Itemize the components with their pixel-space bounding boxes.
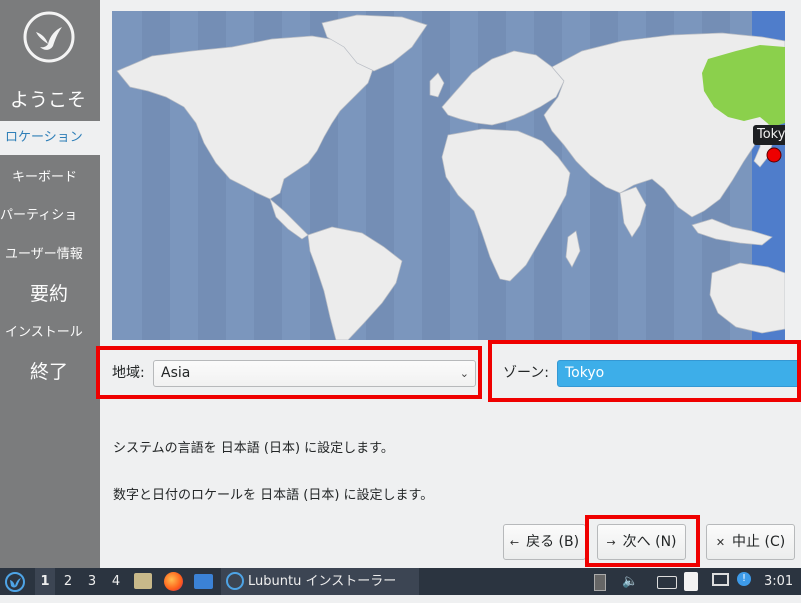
world-map: [116, 11, 785, 340]
region-select[interactable]: Asia ⌄: [153, 360, 476, 387]
keyboard-icon[interactable]: [657, 568, 677, 595]
back-button[interactable]: ← 戻る (B): [503, 524, 586, 560]
workspace-4[interactable]: 4: [106, 568, 126, 595]
workspace-3[interactable]: 3: [82, 568, 102, 595]
sidebar-item-welcome[interactable]: ようこそ: [0, 83, 100, 117]
file-manager-icon[interactable]: [134, 568, 154, 595]
next-button[interactable]: → 次へ (N): [597, 524, 686, 560]
sidebar-item-keyboard[interactable]: キーボード: [0, 161, 100, 195]
monitor-icon[interactable]: [712, 568, 732, 595]
lubuntu-menu-icon[interactable]: [4, 568, 28, 595]
volume-icon[interactable]: 🔈: [622, 568, 638, 595]
sidebar-item-partitions[interactable]: パーティショ: [0, 199, 100, 233]
clipboard-icon[interactable]: [684, 568, 704, 595]
timezone-map[interactable]: Tokyo: [112, 11, 785, 340]
chevron-down-icon: ⌄: [459, 367, 469, 380]
sidebar: ようこそ ロケーション キーボード パーティショ ユーザー情報 要約 インストー…: [0, 0, 100, 568]
notification-icon[interactable]: !: [737, 568, 757, 595]
arrow-left-icon: ←: [509, 536, 520, 549]
timezone-label: Tokyo: [753, 125, 785, 145]
lubuntu-bird-icon: [23, 11, 75, 63]
workspace-2[interactable]: 2: [58, 568, 78, 595]
sidebar-item-finish[interactable]: 終了: [0, 355, 100, 389]
zone-label: ゾーン:: [503, 365, 550, 381]
arrow-right-icon: →: [606, 536, 616, 549]
clock[interactable]: 3:01: [764, 568, 800, 595]
zone-select[interactable]: Tokyo: [557, 360, 801, 387]
region-label: 地域:: [112, 365, 145, 381]
locale-info: 数字と日付のロケールを 日本語 (日本) に設定します。: [113, 488, 434, 503]
region-value: Asia: [161, 365, 191, 381]
zone-value: Tokyo: [565, 365, 605, 381]
taskbar-window-installer[interactable]: Lubuntu インストーラー: [221, 568, 419, 595]
firefox-icon[interactable]: [164, 568, 186, 595]
workspace-1[interactable]: 1: [35, 568, 55, 595]
location-pin: [766, 147, 782, 163]
sidebar-item-users[interactable]: ユーザー情報: [0, 238, 100, 272]
show-desktop-icon[interactable]: [194, 568, 216, 595]
language-info: システムの言語を 日本語 (日本) に設定します。: [113, 441, 394, 456]
sidebar-item-location[interactable]: ロケーション: [0, 121, 100, 155]
sidebar-item-install[interactable]: インストール: [0, 316, 100, 350]
cancel-button[interactable]: ✕ 中止 (C): [706, 524, 795, 560]
battery-icon[interactable]: [594, 568, 608, 595]
lubuntu-installer-icon: [226, 572, 244, 590]
sidebar-item-summary[interactable]: 要約: [0, 277, 100, 311]
taskbar: 1 2 3 4 Lubuntu インストーラー 🔈 ! 3:01: [0, 568, 801, 595]
close-icon: ✕: [715, 536, 726, 549]
